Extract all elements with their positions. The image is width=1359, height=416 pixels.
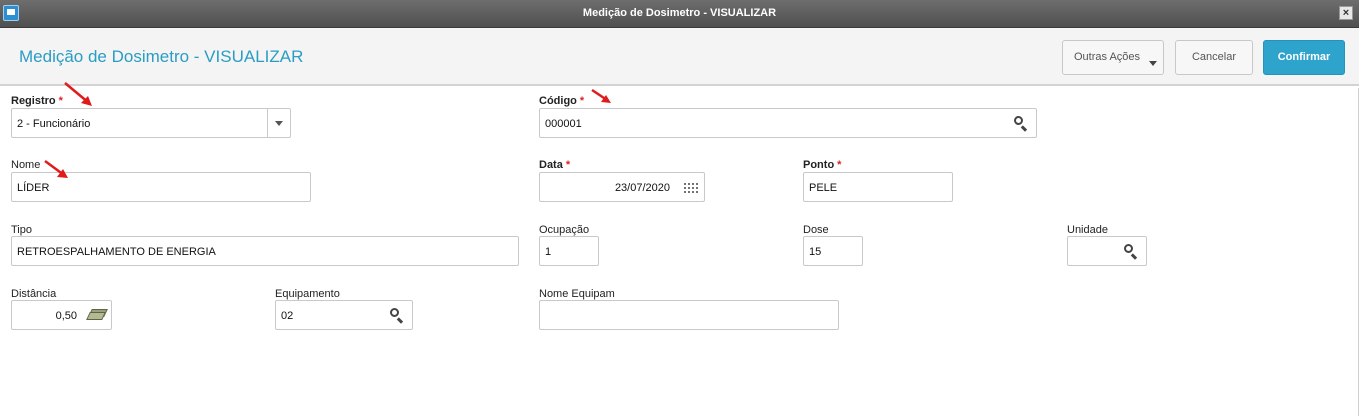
registro-label: Registro *: [11, 95, 63, 107]
data-label: Data *: [539, 159, 571, 171]
codigo-label: Código *: [539, 95, 585, 107]
cancel-button[interactable]: Cancelar: [1175, 40, 1253, 75]
codigo-field[interactable]: 000001: [539, 108, 1037, 138]
form-area: Registro * 2 - Funcionário Código * 000001…: [0, 82, 1359, 416]
tipo-field[interactable]: RETROESPALHAMENTO DE ENERGIA: [11, 236, 519, 266]
search-icon[interactable]: [390, 308, 404, 324]
unidade-label: Unidade: [1067, 224, 1108, 236]
ponto-field[interactable]: PELE: [803, 172, 953, 202]
page-header: Medição de Dosimetro - VISUALIZAR Outras…: [0, 28, 1359, 86]
data-value: 23/07/2020: [614, 182, 670, 194]
annotation-arrow-nome: [44, 159, 68, 178]
unidade-field[interactable]: [1067, 236, 1147, 266]
search-icon[interactable]: [1124, 244, 1138, 260]
close-icon[interactable]: ×: [1339, 6, 1353, 20]
equipamento-field[interactable]: 02: [275, 300, 413, 330]
dose-field[interactable]: 15: [803, 236, 863, 266]
ocupacao-label: Ocupação: [539, 224, 590, 236]
tipo-label: Tipo: [11, 224, 32, 236]
ocupacao-value: 1: [545, 246, 552, 258]
distancia-field[interactable]: 0,50: [11, 300, 112, 330]
search-icon[interactable]: [1014, 116, 1028, 132]
chevron-down-icon: [1149, 61, 1157, 66]
distancia-value: 0,50: [55, 310, 77, 322]
annotation-arrow-codigo: [591, 88, 611, 103]
data-field[interactable]: 23/07/2020: [539, 172, 705, 202]
registro-value: 2 - Funcionário: [17, 118, 91, 130]
more-actions-button[interactable]: Outras Ações: [1062, 40, 1164, 75]
ponto-label: Ponto *: [803, 159, 842, 171]
annotation-arrow-registro: [64, 82, 92, 106]
ponto-value: PELE: [809, 182, 838, 194]
nome-equipam-label: Nome Equipam: [539, 288, 615, 300]
tipo-value: RETROESPALHAMENTO DE ENERGIA: [17, 246, 216, 258]
nome-value: LÍDER: [17, 182, 50, 194]
equipamento-value: 02: [281, 310, 294, 322]
codigo-value: 000001: [545, 118, 582, 130]
calendar-icon[interactable]: [683, 182, 698, 193]
ocupacao-field[interactable]: 1: [539, 236, 599, 266]
nome-equipam-field[interactable]: [539, 300, 839, 330]
window-titlebar: Medição de Dosimetro - VISUALIZAR ×: [0, 0, 1359, 28]
page-title: Medição de Dosimetro - VISUALIZAR: [19, 47, 304, 66]
money-icon[interactable]: [86, 309, 108, 321]
chevron-down-icon[interactable]: [267, 109, 290, 137]
dose-value: 15: [809, 246, 822, 258]
equipamento-label: Equipamento: [275, 288, 340, 300]
distancia-label: Distância: [11, 288, 57, 300]
confirm-button[interactable]: Confirmar: [1263, 40, 1345, 75]
dose-label: Dose: [803, 224, 829, 236]
window-title: Medição de Dosimetro - VISUALIZAR: [582, 7, 777, 19]
registro-select[interactable]: 2 - Funcionário: [11, 108, 291, 138]
more-actions-label: Outras Ações: [1074, 51, 1141, 63]
nome-label: Nome: [11, 159, 41, 171]
